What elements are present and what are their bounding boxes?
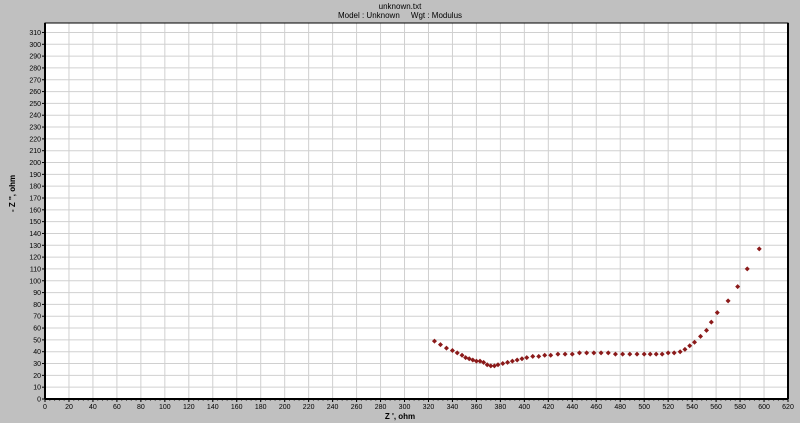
y-tick-label: 300	[29, 42, 41, 49]
y-tick-label: 290	[29, 54, 41, 61]
x-tick-label: 200	[279, 404, 291, 411]
y-tick-label: 170	[29, 195, 41, 202]
y-tick-label: 310	[29, 30, 41, 37]
x-tick-label: 560	[710, 404, 722, 411]
x-tick-label: 620	[782, 404, 794, 411]
x-tick-label: 540	[686, 404, 698, 411]
y-tick-label: 150	[29, 219, 41, 226]
y-tick-label: 120	[29, 255, 41, 262]
y-tick-label: 90	[33, 290, 41, 297]
y-tick-label: 110	[30, 266, 41, 273]
x-tick-label: 480	[614, 404, 626, 411]
y-tick-label: 140	[29, 231, 41, 238]
x-tick-label: 180	[255, 404, 267, 411]
x-tick-label: 400	[519, 404, 531, 411]
x-tick-label: 320	[423, 404, 435, 411]
y-tick-label: 50	[33, 337, 41, 344]
nyquist-plot: 0 20 40 60 80 100 120 140 160 180 200 220 240 260 280 3…	[29, 22, 794, 411]
y-tick-label: 230	[29, 125, 41, 132]
x-tick-label: 300	[399, 404, 411, 411]
y-tick-label: 190	[29, 172, 41, 179]
y-tick-label: 160	[29, 207, 41, 214]
x-tick-label: 60	[113, 404, 121, 411]
x-tick-label: 100	[159, 404, 171, 411]
x-tick-label: 440	[566, 404, 578, 411]
x-tick-label: 600	[758, 404, 770, 411]
y-tick-label: 260	[29, 89, 41, 96]
y-tick-label: 250	[29, 101, 41, 108]
x-tick-label: 260	[351, 404, 363, 411]
y-tick-label: 70	[33, 314, 41, 321]
y-tick-label: 130	[29, 243, 41, 250]
y-tick-label: 80	[33, 302, 41, 309]
x-tick-label: 340	[447, 404, 459, 411]
y-tick-label: 220	[29, 136, 41, 143]
x-tick-label: 80	[137, 404, 145, 411]
x-tick-label: 120	[183, 404, 195, 411]
y-tick-label: 210	[29, 148, 41, 155]
x-tick-label: 380	[495, 404, 507, 411]
x-tick-label: 520	[662, 404, 674, 411]
x-tick-label: 240	[327, 404, 339, 411]
y-tick-label: 60	[33, 326, 41, 333]
x-axis-label: Z ', ohm	[384, 412, 416, 421]
y-tick-label: 10	[33, 385, 41, 392]
x-tick-label: 40	[89, 404, 97, 411]
y-tick-label: 30	[33, 361, 41, 368]
y-tick-label: 0	[37, 397, 41, 404]
y-tick-label: 40	[33, 349, 41, 356]
x-tick-label: 0	[43, 404, 47, 411]
y-tick-label: 270	[29, 77, 41, 84]
x-tick-label: 360	[471, 404, 483, 411]
y-tick-label: 20	[33, 373, 41, 380]
x-tick-label: 160	[231, 404, 243, 411]
x-tick-label: 280	[375, 404, 387, 411]
y-tick-label: 280	[29, 65, 41, 72]
y-axis-label: - Z '', ohm	[8, 174, 17, 212]
x-tick-label: 420	[542, 404, 554, 411]
y-tick-label: 180	[29, 184, 41, 191]
y-tick-label: 240	[29, 113, 41, 120]
y-tick-label: 100	[29, 278, 41, 285]
x-tick-label: 20	[65, 404, 73, 411]
x-tick-label: 460	[590, 404, 602, 411]
x-tick-label: 140	[207, 404, 219, 411]
x-tick-label: 500	[638, 404, 650, 411]
y-tick-label: 200	[29, 160, 41, 167]
x-tick-label: 580	[734, 404, 746, 411]
x-tick-label: 220	[303, 404, 315, 411]
